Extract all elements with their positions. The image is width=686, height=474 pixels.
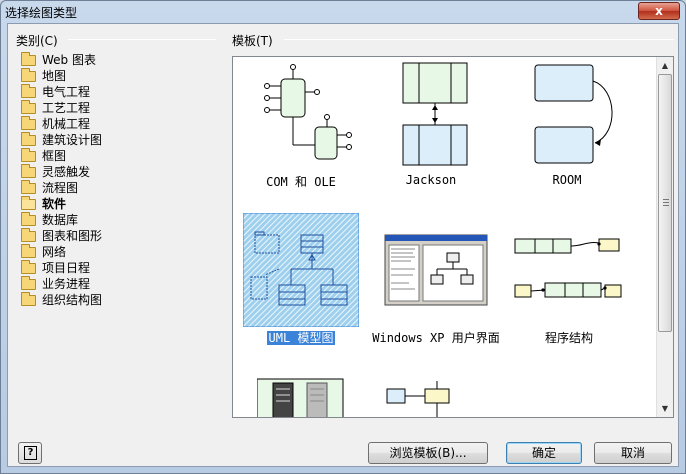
folder-icon xyxy=(21,228,36,242)
category-item[interactable]: 建筑设计图 xyxy=(16,132,216,148)
category-item[interactable]: 灵感触发 xyxy=(16,164,216,180)
cancel-button[interactable]: 取消 xyxy=(594,442,672,464)
category-item[interactable]: 网络 xyxy=(16,244,216,260)
grip-line xyxy=(663,205,669,206)
category-item[interactable]: 数据库 xyxy=(16,212,216,228)
server-rack-thumbnail-icon xyxy=(257,378,344,417)
grip-line xyxy=(663,202,669,203)
folder-icon xyxy=(21,180,36,194)
category-label: 业务进程 xyxy=(42,277,91,291)
category-label: Web 图表 xyxy=(42,53,96,67)
folder-icon xyxy=(21,212,36,226)
template-caption: UML 模型图 xyxy=(243,329,359,346)
program-structure-thumbnail-icon xyxy=(514,238,622,298)
close-icon: x xyxy=(655,4,663,18)
window-title: 选择绘图类型 xyxy=(5,6,78,20)
category-label: 灵感触发 xyxy=(42,165,91,179)
templates-label: 模板(T) xyxy=(232,34,273,48)
open-folder-icon xyxy=(21,196,36,210)
folder-icon xyxy=(21,244,36,258)
template-room[interactable]: ROOM xyxy=(509,61,625,191)
template-partial-2[interactable] xyxy=(383,375,463,417)
category-label: 工艺工程 xyxy=(42,101,91,115)
category-item[interactable]: 项目日程 xyxy=(16,260,216,276)
folder-icon xyxy=(21,148,36,162)
folder-icon xyxy=(21,116,36,130)
category-tree[interactable]: Web 图表 地图 电气工程 工艺工程 机械工程 建筑设计图 框图 灵感触发 流… xyxy=(16,52,216,322)
folder-icon xyxy=(21,52,36,66)
grip-line xyxy=(663,199,669,200)
close-button[interactable]: x xyxy=(638,2,680,20)
category-item[interactable]: 业务进程 xyxy=(16,276,216,292)
help-button[interactable]: ? xyxy=(18,442,42,464)
template-uml-selected[interactable]: UML 模型图 xyxy=(242,212,360,353)
scroll-down-icon[interactable]: ▼ xyxy=(657,400,673,417)
help-icon: ? xyxy=(24,446,37,460)
category-label: 图表和图形 xyxy=(42,229,103,243)
category-label: 机械工程 xyxy=(42,117,91,131)
title-bar[interactable]: 选择绘图类型 x xyxy=(1,1,685,23)
scroll-up-icon[interactable]: ▲ xyxy=(657,57,673,74)
category-item[interactable]: 流程图 xyxy=(16,180,216,196)
browse-templates-button[interactable]: 浏览模板(B)... xyxy=(368,442,488,464)
category-label: 框图 xyxy=(42,149,67,163)
windows-xp-ui-thumbnail-icon xyxy=(384,234,488,306)
template-com-ole[interactable]: COM 和 OLE xyxy=(243,61,359,191)
template-partial-1[interactable] xyxy=(257,375,345,417)
template-jackson[interactable]: Jackson xyxy=(373,61,489,191)
folder-icon xyxy=(21,100,36,114)
category-label: 网络 xyxy=(42,245,67,259)
category-label: 软件 xyxy=(42,197,67,211)
folder-icon xyxy=(21,276,36,290)
folder-icon xyxy=(21,84,36,98)
template-program-structure[interactable]: 程序结构 xyxy=(513,213,625,353)
dialog-window: 选择绘图类型 x 类别(C) Web 图表 地图 电气工程 工艺工程 机械工程 … xyxy=(0,0,686,474)
template-caption: ROOM xyxy=(552,173,582,187)
category-item[interactable]: 框图 xyxy=(16,148,216,164)
folder-icon xyxy=(21,292,36,306)
template-windows-xp-ui[interactable]: Windows XP 用户界面 xyxy=(369,213,503,353)
selected-caption: UML 模型图 xyxy=(266,331,336,345)
scroll-thumb[interactable] xyxy=(658,74,672,332)
template-caption: COM 和 OLE xyxy=(266,175,336,189)
category-item[interactable]: 工艺工程 xyxy=(16,100,216,116)
folder-icon xyxy=(21,164,36,178)
ok-button[interactable]: 确定 xyxy=(506,442,582,464)
category-label: 地图 xyxy=(42,69,67,83)
category-item[interactable]: Web 图表 xyxy=(16,52,216,68)
com-ole-thumbnail-icon xyxy=(264,64,352,160)
category-label: 组织结构图 xyxy=(42,293,103,307)
template-caption: Windows XP 用户界面 xyxy=(372,331,500,345)
categories-divider xyxy=(68,39,216,40)
dialog-client: 类别(C) Web 图表 地图 电气工程 工艺工程 机械工程 建筑设计图 框图 … xyxy=(7,23,679,467)
category-label: 数据库 xyxy=(42,213,79,227)
category-item[interactable]: 地图 xyxy=(16,68,216,84)
room-thumbnail-icon xyxy=(534,64,613,164)
templates-divider xyxy=(284,39,674,40)
jackson-thumbnail-icon xyxy=(402,62,468,166)
category-item[interactable]: 机械工程 xyxy=(16,116,216,132)
category-label: 项目日程 xyxy=(42,261,91,275)
folder-icon xyxy=(21,260,36,274)
category-item[interactable]: 电气工程 xyxy=(16,84,216,100)
categories-label: 类别(C) xyxy=(16,34,58,48)
uml-thumbnail-icon xyxy=(242,212,360,328)
template-panel: COM 和 OLE Jackson ROOM UML 模型图 Windows X… xyxy=(232,56,674,418)
category-item[interactable]: 图表和图形 xyxy=(16,228,216,244)
category-item-selected[interactable]: 软件 xyxy=(16,196,216,212)
template-scrollbar[interactable]: ▲ ▼ xyxy=(656,57,673,417)
template-caption: 程序结构 xyxy=(544,331,593,345)
folder-icon xyxy=(21,132,36,146)
category-label: 建筑设计图 xyxy=(42,133,103,147)
template-caption: Jackson xyxy=(405,173,457,187)
category-label: 流程图 xyxy=(42,181,79,195)
data-flow-thumbnail-icon xyxy=(386,381,450,417)
category-label: 电气工程 xyxy=(42,85,91,99)
folder-icon xyxy=(21,68,36,82)
category-item[interactable]: 组织结构图 xyxy=(16,292,216,308)
